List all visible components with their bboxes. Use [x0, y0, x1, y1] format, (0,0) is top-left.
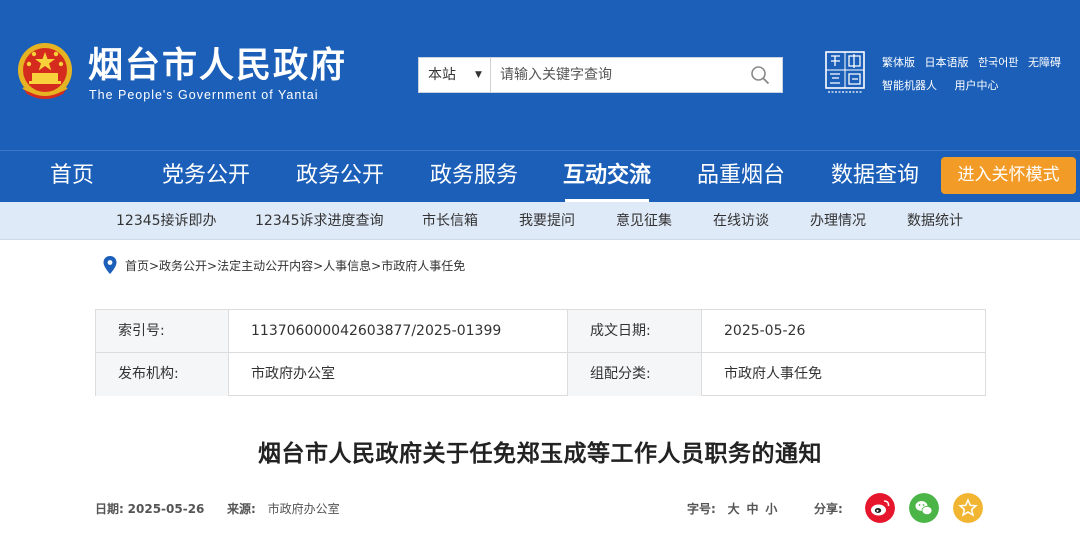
subnav-statistics[interactable]: 数据统计 — [907, 202, 963, 240]
caret-down-icon: ▼ — [475, 70, 482, 80]
care-mode-button[interactable]: 进入关怀模式 — [941, 157, 1076, 194]
search-box: 本站 ▼ — [418, 57, 783, 93]
language-links: 繁体版 日本语版 한국어판 无障碍 — [882, 54, 1067, 70]
nav-party-affairs[interactable]: 党务公开 — [160, 151, 252, 203]
meta-date-value: 2025-05-26 — [702, 310, 985, 353]
font-large-button[interactable]: 大 — [728, 502, 740, 516]
font-small-button[interactable]: 小 — [765, 502, 777, 516]
yantai-china-seal-icon — [825, 51, 865, 93]
font-medium-button[interactable]: 中 — [746, 502, 758, 516]
font-size-label: 字号: — [687, 502, 716, 516]
link-japanese[interactable]: 日本语版 — [925, 56, 969, 69]
link-korean[interactable]: 한국어판 — [978, 56, 1018, 69]
meta-index-label: 索引号: — [96, 310, 229, 353]
site-header: 烟台市人民政府 The People's Government of Yanta… — [0, 0, 1080, 150]
search-input[interactable] — [491, 58, 741, 92]
weibo-icon[interactable] — [865, 493, 895, 523]
subnav-ask-question[interactable]: 我要提问 — [519, 202, 575, 240]
search-scope-label: 本站 — [428, 67, 456, 83]
nav-interaction[interactable]: 互动交流 — [561, 151, 653, 203]
location-pin-icon — [103, 256, 117, 274]
favorite-star-icon[interactable] — [953, 493, 983, 523]
meta-category-label: 组配分类: — [568, 353, 702, 396]
subnav-12345-progress[interactable]: 12345诉求进度查询 — [255, 202, 384, 240]
document-title: 烟台市人民政府关于任免郑玉成等工作人员职务的通知 — [258, 441, 822, 467]
document-source: 来源: 市政府办公室 — [227, 500, 340, 517]
national-emblem-icon — [18, 43, 72, 99]
document-date: 日期: 2025-05-26 — [95, 500, 204, 517]
main-nav: 首页 党务公开 政务公开 政务服务 互动交流 品重烟台 数据查询 — [0, 150, 1080, 202]
breadcrumb: 首页>政务公开>法定主动公开内容>人事信息>市政府人事任免 — [103, 256, 465, 274]
subnav-online-interview[interactable]: 在线访谈 — [713, 202, 769, 240]
link-accessibility[interactable]: 无障碍 — [1028, 56, 1061, 69]
source-label: 来源: — [227, 502, 256, 516]
font-size-control: 字号: 大 中 小 — [687, 500, 777, 517]
link-robot[interactable]: 智能机器人 — [882, 79, 937, 92]
meta-date-label: 成文日期: — [568, 310, 702, 353]
meta-index-value: 113706000042603877/2025-01399 — [229, 310, 568, 353]
meta-publisher-value: 市政府办公室 — [229, 353, 568, 396]
breadcrumb-path[interactable]: 首页>政务公开>法定主动公开内容>人事信息>市政府人事任免 — [125, 257, 465, 274]
utility-links: 智能机器人 用户中心 — [882, 77, 1013, 93]
subnav-12345-complaint[interactable]: 12345接诉即办 — [116, 202, 217, 240]
share-label-text: 分享: — [814, 502, 843, 516]
link-user-center[interactable]: 用户中心 — [955, 79, 999, 92]
source-value: 市政府办公室 — [267, 502, 340, 516]
wechat-icon[interactable] — [909, 493, 939, 523]
subnav-handling-status[interactable]: 办理情况 — [810, 202, 866, 240]
subnav-opinion-collection[interactable]: 意见征集 — [616, 202, 672, 240]
sub-nav: 12345接诉即办 12345诉求进度查询 市长信箱 我要提问 意见征集 在线访… — [0, 202, 1080, 240]
link-traditional[interactable]: 繁体版 — [882, 56, 915, 69]
subnav-mayor-mailbox[interactable]: 市长信箱 — [422, 202, 478, 240]
nav-data-query[interactable]: 数据查询 — [829, 151, 921, 203]
date-value: 2025-05-26 — [127, 502, 205, 516]
site-subtitle: The People's Government of Yantai — [89, 88, 319, 102]
nav-home[interactable]: 首页 — [38, 151, 106, 203]
share-label: 分享: — [814, 500, 843, 517]
meta-category-value: 市政府人事任免 — [724, 366, 822, 382]
nav-yantai[interactable]: 品重烟台 — [695, 151, 787, 203]
meta-publisher-label: 发布机构: — [96, 353, 229, 396]
site-title[interactable]: 烟台市人民政府 — [88, 46, 347, 86]
nav-government-affairs[interactable]: 政务公开 — [294, 151, 386, 203]
date-label: 日期: — [95, 502, 124, 516]
document-meta-table: 索引号: 113706000042603877/2025-01399 成文日期:… — [95, 309, 986, 396]
search-icon[interactable] — [750, 65, 770, 85]
nav-government-services[interactable]: 政务服务 — [428, 151, 520, 203]
